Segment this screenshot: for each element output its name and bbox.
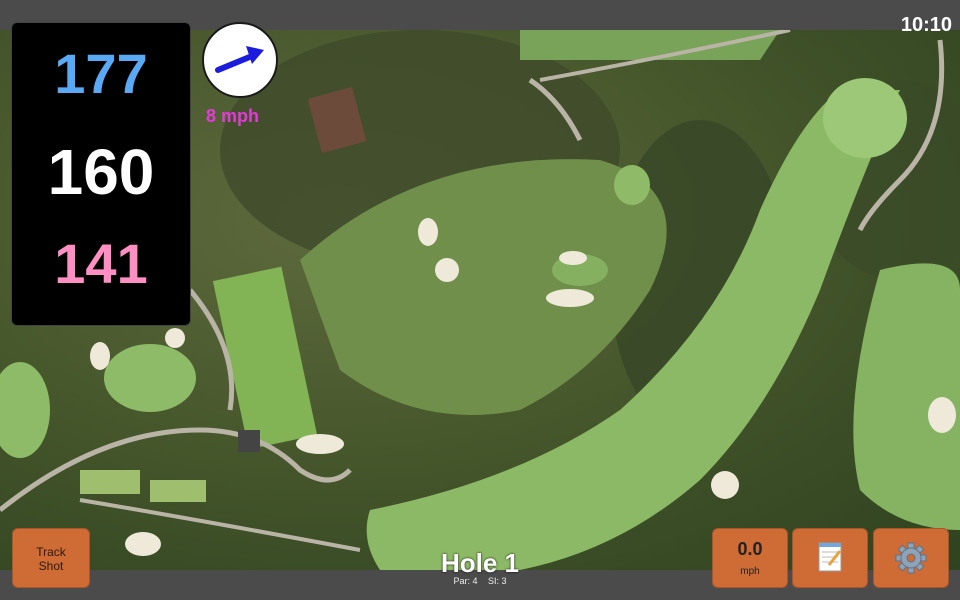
hole-stroke-index: SI: 3 (488, 576, 507, 586)
wind-indicator (202, 22, 278, 98)
yardage-panel: 177 160 141 (11, 22, 191, 326)
wind-speed-unit: mph (740, 566, 760, 577)
notepad-icon (818, 542, 842, 572)
hole-title: Hole 1 (440, 548, 520, 578)
wind-speed-label: 8 mph (206, 106, 260, 126)
gear-icon (895, 542, 927, 574)
track-shot-label-line1: Track (36, 545, 66, 559)
middle-yardage: 160 (47, 136, 155, 208)
track-shot-label-line2: Shot (38, 559, 64, 573)
track-shot-button[interactable]: Track Shot (12, 528, 90, 588)
wind-direction-arrow-icon (215, 46, 264, 73)
settings-button[interactable] (873, 528, 949, 588)
front-yardage: 141 (54, 232, 148, 295)
hole-info: Par: 4 SI: 3 (380, 576, 580, 586)
wind-speed-value: 0.0 (737, 539, 763, 559)
hole-par: Par: 4 (453, 576, 478, 586)
notes-button[interactable] (792, 528, 868, 588)
back-yardage: 177 (54, 42, 148, 105)
wind-speed-button[interactable]: 0.0 mph (712, 528, 788, 588)
clock-time: 10:10 (900, 14, 952, 36)
